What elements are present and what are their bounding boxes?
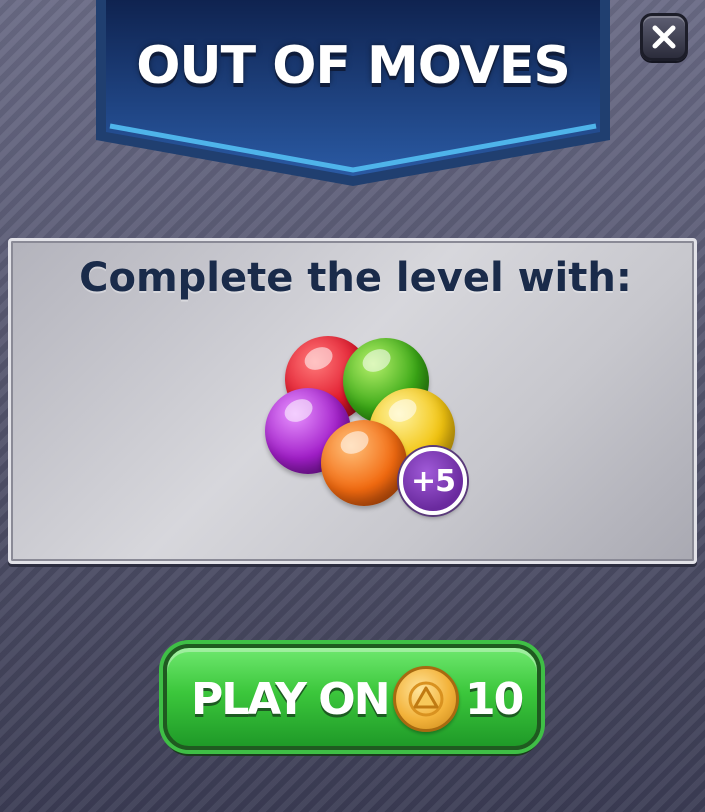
offer-panel: Complete the level with: +5 [8, 238, 697, 564]
offer-heading: Complete the level with: [79, 255, 632, 301]
orange-ball [321, 420, 407, 506]
play-on-label: PLAY ON [191, 674, 391, 725]
title-banner: OUT OF MOVES [96, 0, 610, 186]
gold-coin-icon [393, 666, 459, 732]
dialog-title: OUT OF MOVES [136, 36, 571, 96]
bonus-count-badge: +5 [399, 447, 467, 515]
play-on-price: 10 [465, 674, 524, 725]
close-button[interactable] [640, 13, 688, 61]
play-on-button[interactable]: PLAY ON 10 [163, 644, 541, 750]
close-x-icon [652, 25, 676, 49]
out-of-moves-dialog: OUT OF MOVES Complete the level with: +5… [0, 0, 705, 812]
